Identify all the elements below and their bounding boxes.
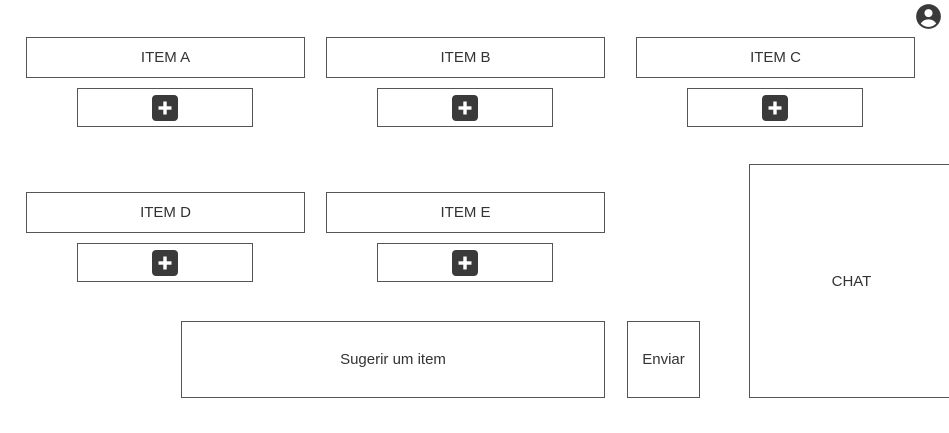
plus-icon xyxy=(452,249,478,276)
item-c-label: ITEM C xyxy=(636,37,915,78)
item-b-label: ITEM B xyxy=(326,37,605,78)
item-e-add-button[interactable] xyxy=(377,243,553,282)
item-a-add-button[interactable] xyxy=(77,88,253,127)
item-d-label: ITEM D xyxy=(26,192,305,233)
item-e-text: ITEM E xyxy=(440,204,491,221)
item-b-add-button[interactable] xyxy=(377,88,553,127)
send-button[interactable]: Enviar xyxy=(627,321,700,398)
plus-icon xyxy=(152,94,178,121)
suggest-item-input[interactable]: Sugerir um item xyxy=(181,321,605,398)
send-button-label: Enviar xyxy=(642,351,685,368)
item-c-add-button[interactable] xyxy=(687,88,863,127)
item-d-add-button[interactable] xyxy=(77,243,253,282)
item-d-text: ITEM D xyxy=(140,204,191,221)
chat-label: CHAT xyxy=(831,272,872,290)
item-a-label: ITEM A xyxy=(26,37,305,78)
plus-icon xyxy=(152,249,178,276)
item-b-text: ITEM B xyxy=(440,49,491,66)
item-e-label: ITEM E xyxy=(326,192,605,233)
account-icon[interactable] xyxy=(915,3,942,30)
item-c-text: ITEM C xyxy=(750,49,801,66)
plus-icon xyxy=(452,94,478,121)
plus-icon xyxy=(762,94,788,121)
item-a-text: ITEM A xyxy=(140,49,191,66)
chat-panel[interactable]: CHAT xyxy=(749,164,949,398)
suggest-item-text: Sugerir um item xyxy=(340,351,446,368)
